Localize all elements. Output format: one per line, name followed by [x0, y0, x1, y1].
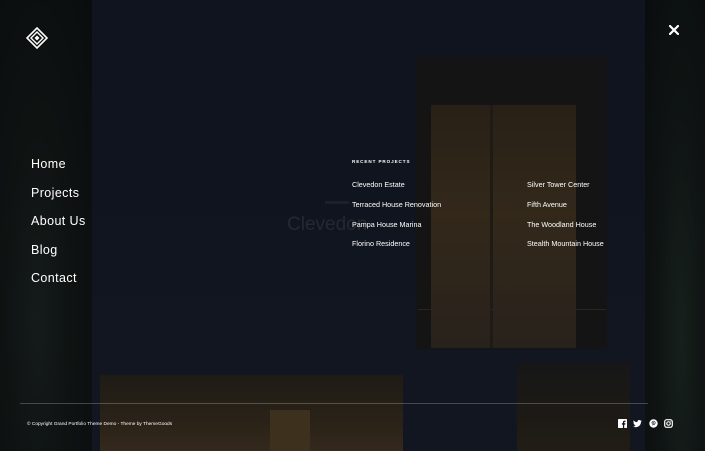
main-menu: Home Projects About Us Blog Contact	[31, 157, 86, 300]
recent-projects-column-b: Silver Tower Center Fifth Avenue The Woo…	[527, 180, 604, 259]
diamond-logo-icon[interactable]	[25, 26, 49, 50]
footer-divider	[20, 403, 648, 404]
project-link[interactable]: Silver Tower Center	[527, 180, 604, 200]
project-link[interactable]: Stealth Mountain House	[527, 239, 604, 259]
instagram-icon[interactable]	[664, 419, 673, 428]
recent-projects-heading: RECENT PROJECTS	[352, 159, 411, 164]
pinterest-icon[interactable]	[649, 419, 658, 428]
project-link[interactable]: Terraced House Renovation	[352, 200, 441, 220]
menu-item-contact[interactable]: Contact	[31, 271, 86, 300]
project-link[interactable]: Pampa House Marina	[352, 220, 441, 240]
twitter-icon[interactable]	[633, 419, 642, 428]
project-link[interactable]: Clevedon Estate	[352, 180, 441, 200]
menu-item-home[interactable]: Home	[31, 157, 86, 186]
project-link[interactable]: The Woodland House	[527, 220, 604, 240]
menu-item-blog[interactable]: Blog	[31, 243, 86, 272]
menu-item-projects[interactable]: Projects	[31, 186, 86, 215]
menu-item-about-us[interactable]: About Us	[31, 214, 86, 243]
close-icon[interactable]	[665, 21, 683, 39]
project-link[interactable]: Fifth Avenue	[527, 200, 604, 220]
fullscreen-menu-page: Clevedon Home Projects About Us Blog Con…	[0, 0, 705, 451]
recent-projects-column-a: Clevedon Estate Terraced House Renovatio…	[352, 180, 441, 259]
facebook-icon[interactable]	[618, 419, 627, 428]
copyright-text: © Copyright Grand Portfolio Theme Demo -…	[27, 422, 173, 427]
project-link[interactable]: Florino Residence	[352, 239, 441, 259]
